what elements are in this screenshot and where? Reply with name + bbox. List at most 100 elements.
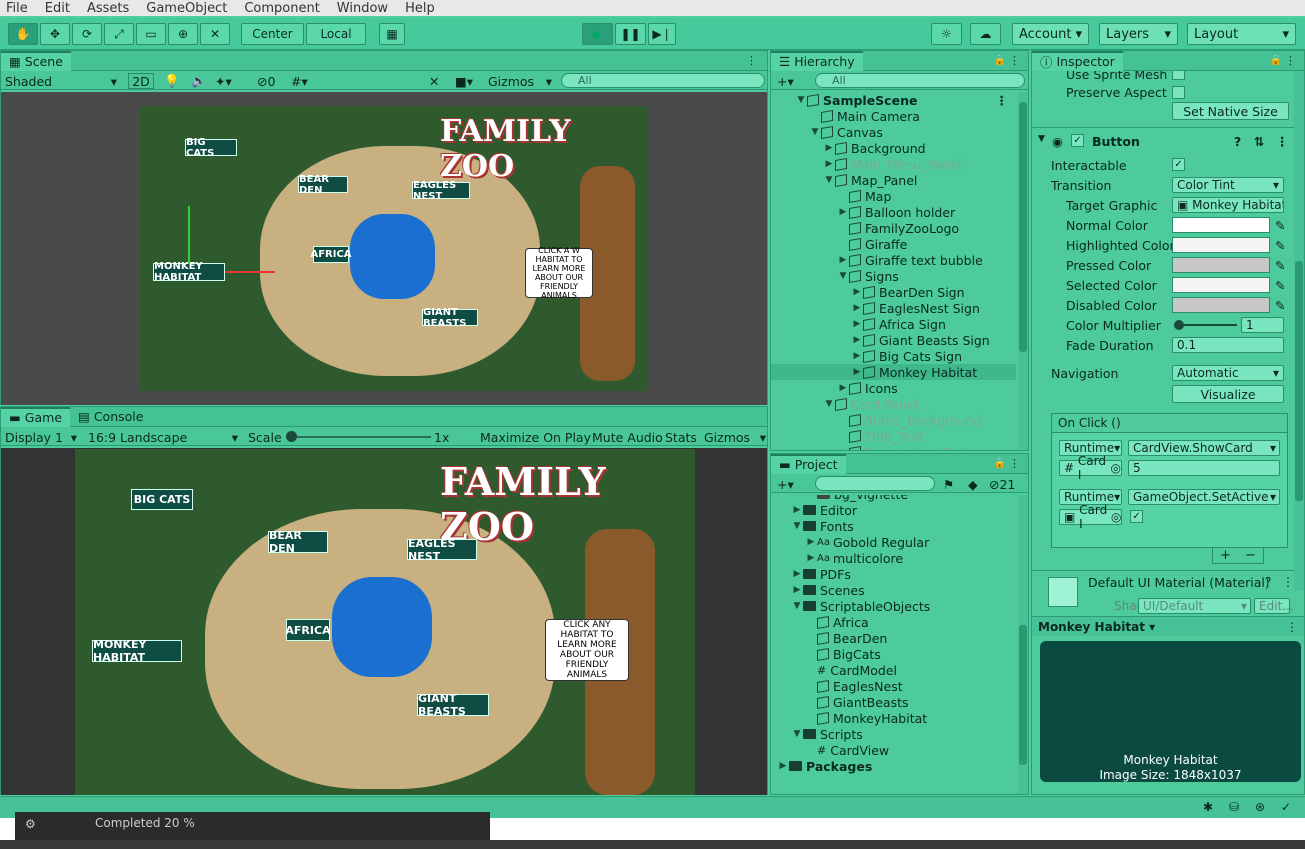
foldout-arrow-icon[interactable]: ▶ [851, 367, 863, 377]
hidden-objects-icon[interactable]: ⊘ 0 [257, 73, 275, 89]
game-sign-big-cats[interactable]: BIG CATS [131, 489, 193, 510]
inspector-menu-icon[interactable]: ⋮ [1285, 54, 1296, 67]
foldout-arrow-icon[interactable]: ▶ [805, 553, 817, 563]
foldout-arrow-icon[interactable]: ▶ [851, 287, 863, 297]
hierarchy-item[interactable]: ▼ Signs [771, 268, 1016, 284]
hierarchy-scrollbar[interactable] [1018, 92, 1028, 450]
project-item[interactable]: bg_vignette [771, 495, 1016, 502]
color-swatch[interactable] [1172, 277, 1270, 293]
tab-game[interactable]: ▬ Game [1, 406, 71, 427]
project-item[interactable]: # CardModel [771, 662, 1016, 678]
game-sign-bear-den[interactable]: BEAR DEN [268, 529, 328, 555]
menu-item-component[interactable]: Component [244, 1, 319, 16]
project-item[interactable]: ▶ Packages [771, 758, 1016, 774]
target-graphic-field[interactable]: ▣ Monkey Habitat [1172, 197, 1284, 213]
foldout-arrow-icon[interactable]: ▶ [851, 303, 863, 313]
gizmos-dropdown[interactable]: Gizmos ▾ [488, 73, 552, 89]
project-item[interactable]: ▶ Scenes [771, 582, 1016, 598]
eyedropper-icon[interactable]: ✎ [1275, 238, 1285, 253]
cloud-icon[interactable]: ☁ [970, 23, 1001, 45]
button-enabled-checkbox[interactable]: ✓ [1071, 134, 1084, 147]
project-item[interactable]: ▶ Editor [771, 502, 1016, 518]
project-lock-icon[interactable]: 🔒 [994, 458, 1006, 469]
menu-item-help[interactable]: Help [405, 1, 435, 16]
project-item[interactable]: ▶ Aa multicolore [771, 550, 1016, 566]
scene-menu-icon[interactable]: ⋮ [996, 93, 1009, 108]
component-menu-icon[interactable]: ⋮ [1276, 134, 1289, 149]
hierarchy-item[interactable]: ▼ Card Panel [771, 396, 1016, 412]
project-item[interactable]: Africa [771, 614, 1016, 630]
event2-method-dropdown[interactable]: GameObject.SetActive ▾ [1128, 489, 1280, 505]
foldout-arrow-icon[interactable]: ▶ [791, 505, 803, 515]
custom-tool-icon[interactable]: ✕ [200, 23, 230, 45]
2d-toggle[interactable]: 2D [128, 73, 154, 89]
menu-item-file[interactable]: File [6, 1, 28, 16]
rect-tool-icon[interactable]: ▭ [136, 23, 166, 45]
navigation-dropdown[interactable]: Automatic ▾ [1172, 365, 1284, 381]
audio-icon[interactable]: 🔈 [191, 73, 207, 89]
maximize-on-play-toggle[interactable]: Maximize On Play [480, 429, 591, 445]
event2-target-field[interactable]: ▣ Card I ◎ [1059, 503, 1122, 531]
hand-tool-icon[interactable]: ✋ [8, 23, 38, 45]
grid-icon[interactable]: #▾ [291, 73, 308, 89]
network-icon[interactable]: ⊛ [1255, 800, 1265, 814]
camera-icon[interactable]: ■▾ [455, 73, 473, 89]
event1-target-field[interactable]: # Card I ◎ [1059, 454, 1122, 482]
hierarchy-item[interactable]: Description_Text [771, 444, 1016, 450]
hierarchy-menu-icon[interactable]: ⋮ [1009, 54, 1020, 67]
foldout-arrow-icon[interactable]: ▶ [851, 351, 863, 361]
tab-scene[interactable]: ▦ Scene [1, 50, 71, 71]
inspector-scrollbar[interactable] [1294, 71, 1304, 591]
help-icon[interactable]: ? [1234, 134, 1241, 149]
fade-duration-field[interactable]: 0.1 [1172, 337, 1284, 353]
color-multiplier-slider[interactable] [1174, 320, 1237, 330]
menu-item-window[interactable]: Window [337, 1, 388, 16]
project-scrollbar[interactable] [1018, 495, 1028, 794]
display-dropdown[interactable]: Display 1 ▾ [5, 429, 77, 445]
foldout-arrow-icon[interactable]: ▶ [837, 255, 849, 265]
hierarchy-search-input[interactable]: All [815, 73, 1025, 88]
add-event-icon[interactable]: + [1220, 548, 1231, 563]
hierarchy-item[interactable]: ▶ Monkey Habitat [771, 364, 1016, 380]
project-item[interactable]: MonkeyHabitat [771, 710, 1016, 726]
project-item[interactable]: # CardView [771, 742, 1016, 758]
transition-dropdown[interactable]: Color Tint ▾ [1172, 177, 1284, 193]
game-sign-africa[interactable]: AFRICA [285, 619, 331, 641]
pivot-local-button[interactable]: Local [306, 23, 366, 45]
foldout-arrow-icon[interactable]: ▼ [837, 271, 849, 281]
hierarchy-item[interactable]: ▶ Giraffe text bubble [771, 252, 1016, 268]
project-item[interactable]: BigCats [771, 646, 1016, 662]
game-gizmos-dropdown[interactable]: Gizmos ▾ [704, 429, 766, 445]
preview-menu-icon[interactable]: ⋮ [1286, 620, 1298, 634]
hierarchy-item[interactable]: ▼ Canvas [771, 124, 1016, 140]
foldout-arrow-icon[interactable]: ▶ [851, 319, 863, 329]
scene-search-input[interactable]: All [561, 73, 765, 88]
move-tool-icon[interactable]: ✥ [40, 23, 70, 45]
bug-icon[interactable]: ✱ [1203, 800, 1213, 814]
hierarchy-item[interactable]: Giraffe [771, 236, 1016, 252]
aspect-dropdown[interactable]: 16:9 Landscape ▾ [88, 429, 238, 445]
lighting-icon[interactable]: 💡 [164, 73, 180, 89]
color-swatch[interactable] [1172, 257, 1270, 273]
account-dropdown[interactable]: Account ▾ [1012, 23, 1089, 45]
project-item[interactable]: ▶ PDFs [771, 566, 1016, 582]
collab-icon[interactable]: ☼ [931, 23, 962, 45]
foldout-arrow-icon[interactable]: ▼ [823, 175, 835, 185]
foldout-arrow-icon[interactable]: ▼ [791, 601, 803, 611]
foldout-arrow-icon[interactable]: ▶ [837, 383, 849, 393]
hierarchy-item[interactable]: Title_Text [771, 428, 1016, 444]
hierarchy-item[interactable]: ▶ Africa Sign [771, 316, 1016, 332]
foldout-arrow-icon[interactable]: ▶ [823, 143, 835, 153]
shading-dropdown[interactable]: Shaded ▾ [5, 73, 121, 89]
game-sign-monkey-habitat[interactable]: MONKEY HABITAT [92, 638, 182, 664]
shader-edit-button[interactable]: Edit... [1254, 598, 1294, 614]
foldout-arrow-icon[interactable]: ▼ [823, 399, 835, 409]
event1-arg-field[interactable]: 5 [1128, 460, 1280, 476]
foldout-arrow-icon[interactable]: ▶ [805, 537, 817, 547]
grid-snap-icon[interactable]: ▦ [379, 23, 405, 45]
foldout-arrow-icon[interactable]: ▶ [851, 335, 863, 345]
lock-icon[interactable]: 🔒 [994, 55, 1006, 66]
hierarchy-item[interactable]: Main Camera [771, 108, 1016, 124]
game-viewport[interactable]: FAMILY ZOO CLICK ANY HABITAT TO LEARN MO… [1, 448, 767, 795]
color-swatch[interactable] [1172, 237, 1270, 253]
